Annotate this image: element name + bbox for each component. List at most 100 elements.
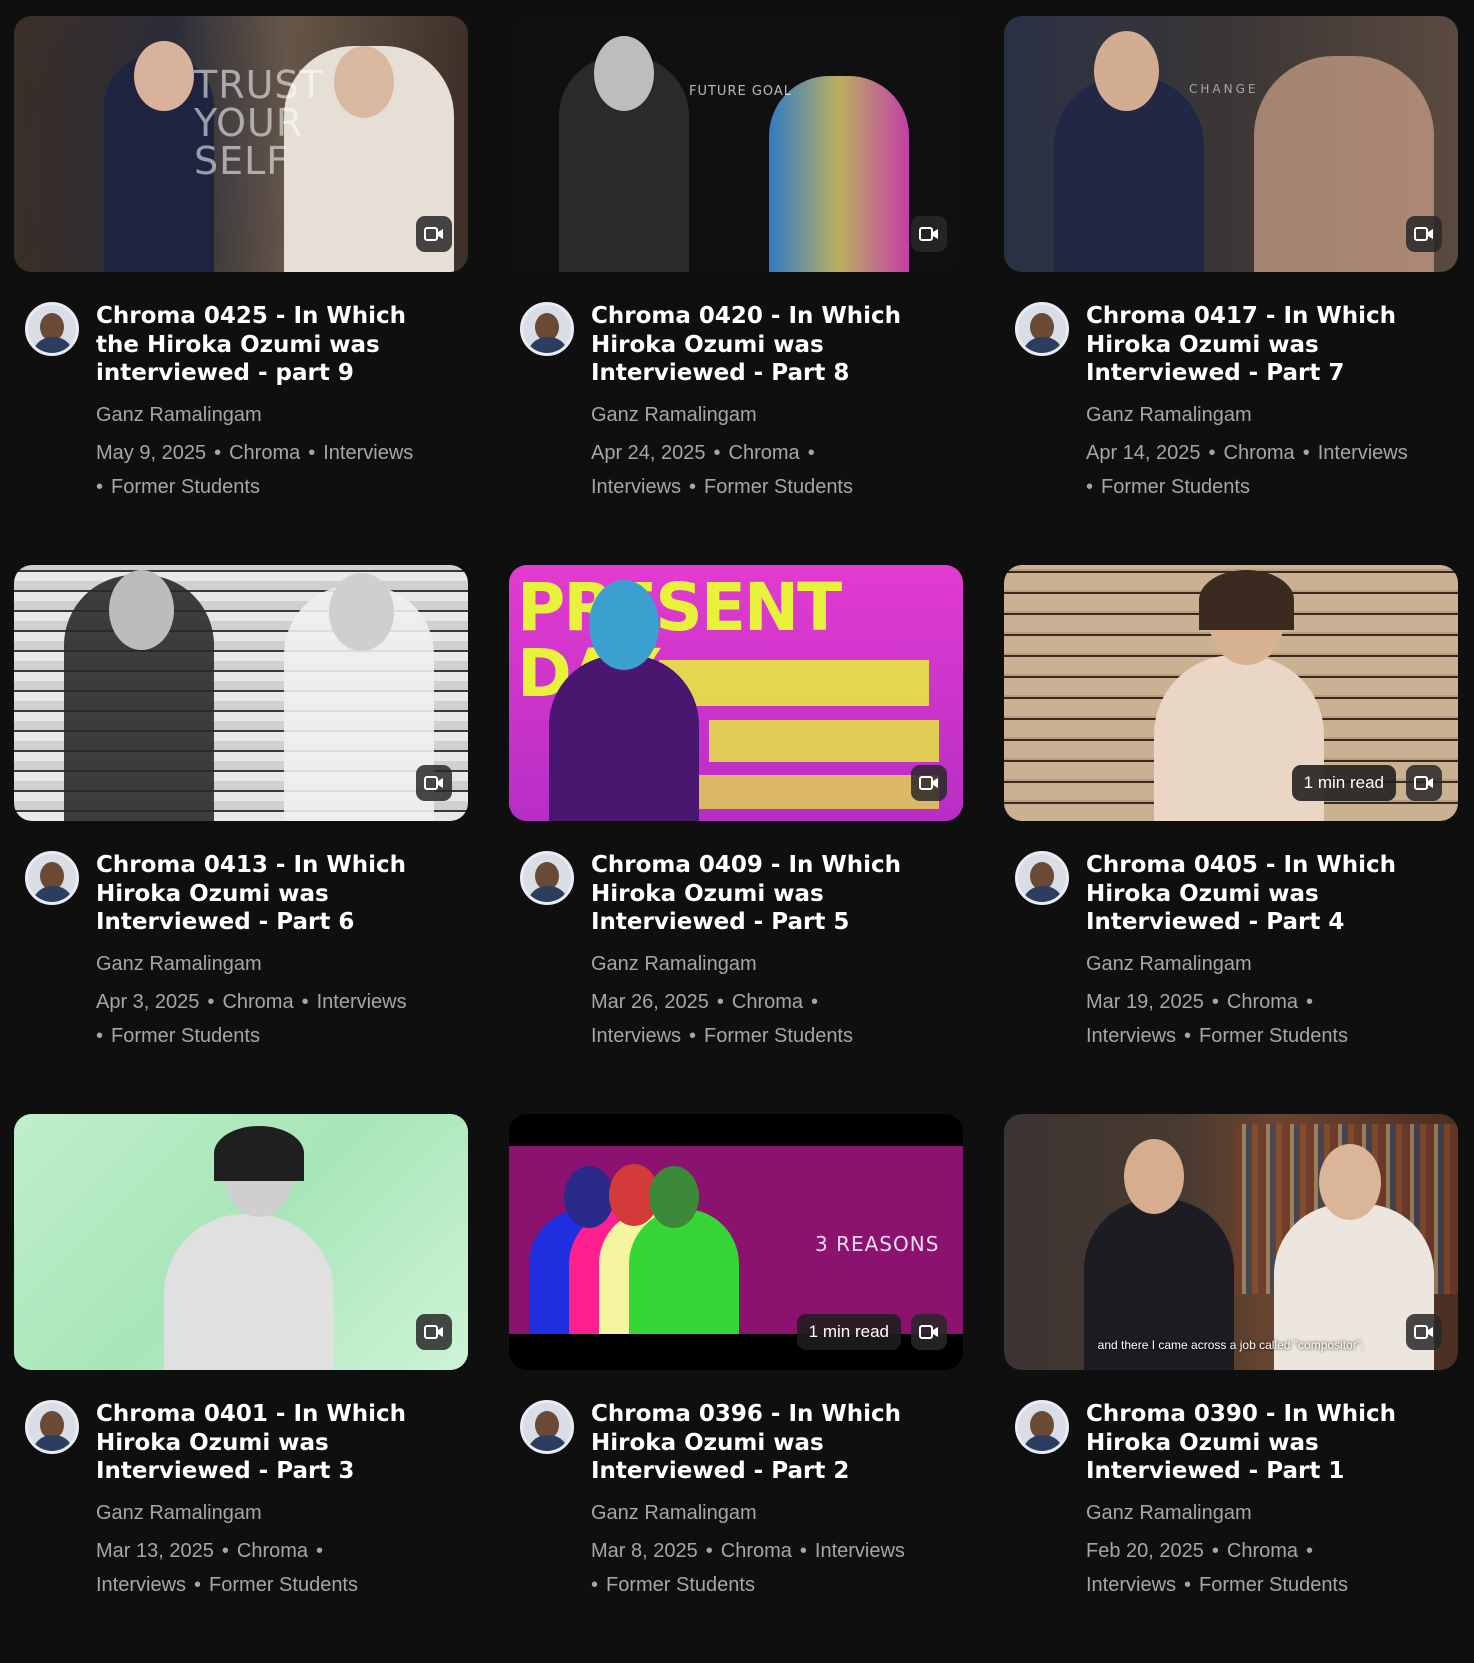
author-name[interactable]: Ganz Ramalingam <box>96 1500 456 1526</box>
tag-link[interactable]: Former Students <box>111 1025 260 1047</box>
author-name[interactable]: Ganz Ramalingam <box>1086 1500 1446 1526</box>
author-name[interactable]: Ganz Ramalingam <box>591 402 951 428</box>
post-thumbnail[interactable]: and there I came across a job called "co… <box>1004 1114 1458 1370</box>
post-card[interactable]: and there I came across a job called "co… <box>1004 1114 1458 1663</box>
tag-link[interactable]: Former Students <box>1199 1025 1348 1047</box>
tag-link[interactable]: Interviews <box>1086 1025 1176 1047</box>
post-card[interactable]: 3 REASONS 1 min read Chroma 0396 - In Wh… <box>509 1114 963 1663</box>
read-time-badge: 1 min read <box>796 1314 901 1350</box>
post-card[interactable]: Chroma 0401 - In Which Hiroka Ozumi was … <box>14 1114 468 1663</box>
category-link[interactable]: Chroma <box>721 1540 792 1562</box>
post-card[interactable]: PRESENT DAY Chroma 0409 - In Which Hirok… <box>509 565 963 1114</box>
tag-link[interactable]: Interviews <box>815 1540 905 1562</box>
thumbnail-caption: CHANGE <box>1189 82 1259 96</box>
post-title[interactable]: Chroma 0417 - In Which Hiroka Ozumi was … <box>1086 302 1446 388</box>
video-camera-icon <box>911 765 947 801</box>
tag-link[interactable]: Interviews <box>317 991 407 1013</box>
tag-link[interactable]: Former Students <box>1101 476 1250 498</box>
author-name[interactable]: Ganz Ramalingam <box>1086 402 1446 428</box>
tag-link[interactable]: Former Students <box>704 476 853 498</box>
author-avatar[interactable] <box>1015 1400 1069 1454</box>
tag-link[interactable]: Interviews <box>591 1025 681 1047</box>
post-thumbnail[interactable]: 3 REASONS 1 min read <box>509 1114 963 1370</box>
video-camera-icon <box>416 765 452 801</box>
post-meta: Mar 8, 2025 • Chroma • Interviews • Former Stu… <box>591 1539 905 1597</box>
category-link[interactable]: Chroma <box>1224 442 1295 464</box>
tag-link[interactable]: Former Students <box>606 1574 755 1596</box>
post-title[interactable]: Chroma 0401 - In Which Hiroka Ozumi was … <box>96 1400 456 1486</box>
video-camera-icon <box>416 216 452 252</box>
post-title[interactable]: Chroma 0425 - In Which the Hiroka Ozumi … <box>96 302 456 388</box>
post-date: Mar 13, 2025 <box>96 1539 214 1562</box>
category-link[interactable]: Chroma <box>732 991 803 1013</box>
category-link[interactable]: Chroma <box>729 442 800 464</box>
post-title[interactable]: Chroma 0413 - In Which Hiroka Ozumi was … <box>96 851 456 937</box>
post-title[interactable]: Chroma 0390 - In Which Hiroka Ozumi was … <box>1086 1400 1446 1486</box>
post-thumbnail[interactable]: 1 min read <box>1004 565 1458 821</box>
post-thumbnail[interactable] <box>14 565 468 821</box>
post-date: Mar 26, 2025 <box>591 990 709 1013</box>
post-date: May 9, 2025 <box>96 441 207 464</box>
tag-link[interactable]: Interviews <box>1318 442 1408 464</box>
category-link[interactable]: Chroma <box>1227 1540 1298 1562</box>
video-camera-icon <box>416 1314 452 1350</box>
post-meta: Mar 13, 2025 • Chroma • Interviews • Former St… <box>96 1539 358 1597</box>
post-title[interactable]: Chroma 0396 - In Which Hiroka Ozumi was … <box>591 1400 951 1486</box>
post-date: Apr 14, 2025 <box>1086 441 1201 464</box>
video-camera-icon <box>1406 216 1442 252</box>
post-meta: Apr 24, 2025 • Chroma • Interviews • Former St… <box>591 441 853 499</box>
author-avatar[interactable] <box>520 1400 574 1454</box>
author-name[interactable]: Ganz Ramalingam <box>96 402 456 428</box>
author-name[interactable]: Ganz Ramalingam <box>591 1500 951 1526</box>
category-link[interactable]: Chroma <box>229 442 300 464</box>
tag-link[interactable]: Interviews <box>591 476 681 498</box>
read-time-badge: 1 min read <box>1291 765 1396 801</box>
post-title[interactable]: Chroma 0405 - In Which Hiroka Ozumi was … <box>1086 851 1446 937</box>
author-name[interactable]: Ganz Ramalingam <box>591 951 951 977</box>
post-meta: Feb 20, 2025 • Chroma • Interviews • Former St… <box>1086 1539 1348 1597</box>
author-avatar[interactable] <box>1015 851 1069 905</box>
author-avatar[interactable] <box>1015 302 1069 356</box>
category-link[interactable]: Chroma <box>222 991 293 1013</box>
author-name[interactable]: Ganz Ramalingam <box>96 951 456 977</box>
video-subtitle: and there I came across a job called "co… <box>1097 1338 1365 1352</box>
category-link[interactable]: Chroma <box>237 1540 308 1562</box>
tag-link[interactable]: Former Students <box>704 1025 853 1047</box>
tag-link[interactable]: Interviews <box>323 442 413 464</box>
post-card[interactable]: FUTURE GOAL Chroma 0420 - In Which Hirok… <box>509 16 963 565</box>
post-date: Apr 3, 2025 <box>96 990 200 1013</box>
thumbnail-caption: FUTURE GOAL <box>689 84 793 99</box>
tag-link[interactable]: Former Students <box>1199 1574 1348 1596</box>
author-name[interactable]: Ganz Ramalingam <box>1086 951 1446 977</box>
post-date: Mar 19, 2025 <box>1086 990 1204 1013</box>
post-card[interactable]: Chroma 0413 - In Which Hiroka Ozumi was … <box>14 565 468 1114</box>
post-thumbnail[interactable] <box>14 1114 468 1370</box>
thumbnail-caption: TRUST YOUR SELF <box>194 63 324 183</box>
post-meta: Apr 14, 2025 • Chroma • Interviews • Former St… <box>1086 441 1408 499</box>
post-thumbnail[interactable]: TRUST YOUR SELF <box>14 16 468 272</box>
author-avatar[interactable] <box>520 851 574 905</box>
post-date: Apr 24, 2025 <box>591 441 706 464</box>
video-camera-icon <box>911 216 947 252</box>
post-title[interactable]: Chroma 0420 - In Which Hiroka Ozumi was … <box>591 302 951 388</box>
post-thumbnail[interactable]: FUTURE GOAL <box>509 16 963 272</box>
post-title[interactable]: Chroma 0409 - In Which Hiroka Ozumi was … <box>591 851 951 937</box>
category-link[interactable]: Chroma <box>1227 991 1298 1013</box>
tag-link[interactable]: Interviews <box>96 1574 186 1596</box>
post-thumbnail[interactable]: PRESENT DAY <box>509 565 963 821</box>
video-camera-icon <box>1406 765 1442 801</box>
post-date: Feb 20, 2025 <box>1086 1539 1204 1562</box>
tag-link[interactable]: Former Students <box>209 1574 358 1596</box>
post-card[interactable]: TRUST YOUR SELF Chroma 0425 - In Which t… <box>14 16 468 565</box>
video-camera-icon <box>1406 1314 1442 1350</box>
post-meta: Mar 19, 2025 • Chroma • Interviews • Former St… <box>1086 990 1348 1048</box>
author-avatar[interactable] <box>520 302 574 356</box>
post-thumbnail[interactable]: CHANGE <box>1004 16 1458 272</box>
tag-link[interactable]: Interviews <box>1086 1574 1176 1596</box>
tag-link[interactable]: Former Students <box>111 476 260 498</box>
author-avatar[interactable] <box>25 851 79 905</box>
author-avatar[interactable] <box>25 1400 79 1454</box>
post-card[interactable]: 1 min read Chroma 0405 - In Which Hiroka… <box>1004 565 1458 1114</box>
author-avatar[interactable] <box>25 302 79 356</box>
post-card[interactable]: CHANGE Chroma 0417 - In Which Hiroka Ozu… <box>1004 16 1458 565</box>
